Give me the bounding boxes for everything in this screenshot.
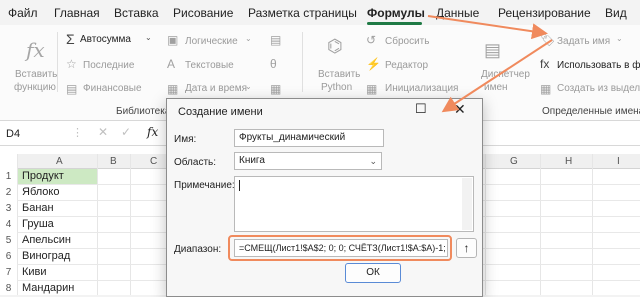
arrow-to-define-name [427,15,548,40]
annotation-arrows [427,15,553,113]
arrow-to-dialog [441,39,553,113]
